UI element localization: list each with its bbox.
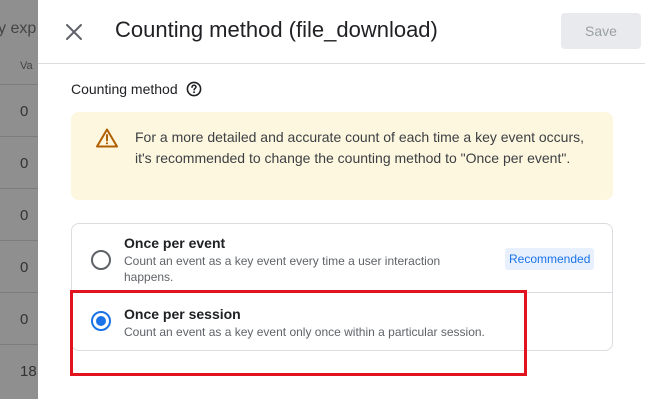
drawer-header: Counting method (file_download) Save xyxy=(38,0,645,64)
close-icon xyxy=(66,24,82,40)
background-table-cell: 18 xyxy=(0,344,38,396)
recommended-badge: Recommended xyxy=(505,248,595,270)
radio-once-per-event[interactable] xyxy=(91,250,111,270)
counting-method-drawer: Counting method (file_download) Save Cou… xyxy=(38,0,645,399)
background-page: y exp Va 0 0 0 0 0 18 xyxy=(0,0,38,399)
option-title: Once per session xyxy=(124,306,241,322)
counting-method-label: Counting method xyxy=(71,81,202,97)
drawer-title: Counting method (file_download) xyxy=(115,17,438,42)
background-cell-value: 0 xyxy=(20,259,29,276)
background-cell-value: 0 xyxy=(20,311,29,328)
option-once-per-event[interactable]: Once per event Count an event as a key e… xyxy=(72,224,612,293)
warning-triangle-icon xyxy=(96,128,118,148)
save-button[interactable]: Save xyxy=(561,13,641,49)
option-once-per-session[interactable]: Once per session Count an event as a key… xyxy=(72,293,612,350)
background-column-label: Va xyxy=(20,60,33,72)
background-cell-value: 0 xyxy=(20,155,29,172)
background-header-text: y exp xyxy=(0,20,37,37)
option-description: Count an event as a key event every time… xyxy=(124,254,441,284)
warning-banner: For a more detailed and accurate count o… xyxy=(71,112,613,200)
background-cell-value: 18 xyxy=(20,363,37,380)
help-circle-icon[interactable] xyxy=(186,81,202,97)
background-table-cell: 0 xyxy=(0,136,38,188)
background-table-cell: 0 xyxy=(0,188,38,240)
background-header: y exp xyxy=(0,0,38,64)
radio-once-per-session[interactable] xyxy=(91,311,111,331)
radio-selected-dot xyxy=(96,316,106,326)
option-title: Once per event xyxy=(124,235,226,251)
background-table-cell: 0 xyxy=(0,84,38,136)
close-button[interactable] xyxy=(60,18,88,46)
warning-text: For a more detailed and accurate count o… xyxy=(135,129,585,166)
background-table-cell: 0 xyxy=(0,240,38,292)
background-cell-value: 0 xyxy=(20,207,29,224)
section-label-text: Counting method xyxy=(71,81,178,97)
counting-method-options: Once per event Count an event as a key e… xyxy=(71,223,613,351)
background-table-cell: 0 xyxy=(0,292,38,344)
option-description: Count an event as a key event only once … xyxy=(124,325,485,339)
background-cell-value: 0 xyxy=(20,103,29,120)
